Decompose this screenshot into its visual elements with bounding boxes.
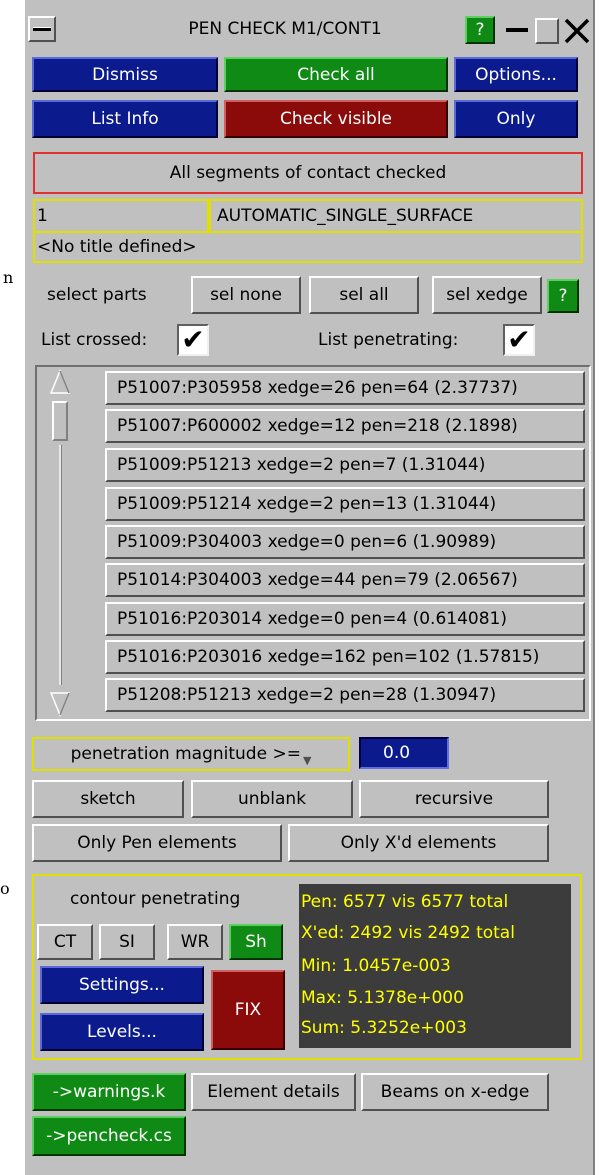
contact-id-field: 1 <box>33 199 209 233</box>
penetration-magnitude-label: penetration magnitude >= <box>70 744 301 764</box>
result-row[interactable]: P51208:P51213 xedge=2 pen=28 (1.30947) <box>105 678 585 712</box>
status-message: All segments of contact checked <box>33 152 583 194</box>
result-row[interactable]: P51014:P304003 xedge=44 pen=79 (2.06567) <box>105 563 585 597</box>
scroll-thumb[interactable] <box>52 401 68 441</box>
options-button[interactable]: Options... <box>454 57 578 92</box>
only-pen-elements-button[interactable]: Only Pen elements <box>32 824 282 862</box>
result-row[interactable]: P51009:P51214 xedge=2 pen=13 (1.31044) <box>105 487 585 521</box>
beams-on-x-edge-button[interactable]: Beams on x-edge <box>361 1073 549 1111</box>
penetration-magnitude-dropdown[interactable]: penetration magnitude >= ▼ <box>32 737 350 771</box>
warnings-k-button[interactable]: ->warnings.k <box>32 1073 186 1111</box>
contour-penetrating-label: contour penetrating <box>70 889 241 909</box>
list-penetrating-label: List penetrating: <box>318 330 459 350</box>
wr-button[interactable]: WR <box>167 924 223 960</box>
only-button[interactable]: Only <box>454 100 578 138</box>
result-row[interactable]: P51007:P305958 xedge=26 pen=64 (2.37737) <box>105 371 585 405</box>
si-button[interactable]: SI <box>99 924 155 960</box>
list-crossed-label: List crossed: <box>41 330 148 350</box>
levels-button[interactable]: Levels... <box>40 1013 204 1051</box>
list-crossed-checkbox[interactable]: ✔ <box>177 324 209 356</box>
element-details-button[interactable]: Element details <box>191 1073 356 1111</box>
window-title: PEN CHECK M1/CONT1 <box>188 19 382 39</box>
stats-min: Min: 1.0457e-003 <box>301 956 451 976</box>
unblank-button[interactable]: unblank <box>191 780 353 818</box>
scroll-down-icon[interactable] <box>49 691 71 717</box>
sel-none-button[interactable]: sel none <box>191 276 301 314</box>
contact-title: <No title defined> <box>37 237 197 257</box>
contact-type: AUTOMATIC_SINGLE_SURFACE <box>217 206 474 226</box>
title-bar: PEN CHECK M1/CONT1 ? <box>25 4 593 54</box>
dropdown-arrow-icon: ▼ <box>302 753 312 767</box>
restore-button[interactable] <box>535 18 559 44</box>
sh-button[interactable]: Sh <box>229 924 283 960</box>
fix-button[interactable]: FIX <box>211 970 285 1050</box>
result-row[interactable]: P51007:P600002 xedge=12 pen=218 (2.1898) <box>105 409 585 443</box>
stats-xed: X'ed: 2492 vis 2492 total <box>301 923 515 943</box>
window-menu-icon <box>33 27 51 31</box>
stats-sum: Sum: 5.3252e+003 <box>301 1018 467 1038</box>
dismiss-button[interactable]: Dismiss <box>32 57 218 92</box>
background-text: o <box>0 879 10 898</box>
status-text: All segments of contact checked <box>169 163 447 183</box>
background-text: n <box>3 268 14 287</box>
help-button[interactable]: ? <box>465 16 495 44</box>
result-row[interactable]: P51016:P203016 xedge=162 pen=102 (1.5781… <box>105 640 585 674</box>
result-row[interactable]: P51009:P51213 xedge=2 pen=7 (1.31044) <box>105 448 585 482</box>
recursive-button[interactable]: recursive <box>359 780 549 818</box>
stats-max: Max: 5.1378e+000 <box>301 988 464 1008</box>
contact-type-field: AUTOMATIC_SINGLE_SURFACE <box>209 199 583 233</box>
contact-title-field: <No title defined> <box>33 231 583 263</box>
close-icon[interactable] <box>562 16 592 46</box>
check-all-button[interactable]: Check all <box>224 57 448 92</box>
check-visible-button[interactable]: Check visible <box>224 100 448 138</box>
result-row[interactable]: P51016:P203014 xedge=0 pen=4 (0.614081) <box>105 602 585 636</box>
results-scrollbar[interactable] <box>49 369 71 717</box>
scroll-track[interactable] <box>59 445 62 685</box>
stats-panel: Pen: 6577 vis 6577 total X'ed: 2492 vis … <box>299 884 571 1048</box>
list-penetrating-checkbox[interactable]: ✔ <box>503 324 535 356</box>
list-info-button[interactable]: List Info <box>32 100 218 138</box>
contact-id: 1 <box>37 206 48 226</box>
minimize-icon[interactable] <box>503 18 531 42</box>
pencheck-cs-button[interactable]: ->pencheck.cs <box>32 1116 186 1156</box>
scroll-up-icon[interactable] <box>49 369 71 395</box>
penetration-magnitude-input[interactable]: 0.0 <box>359 737 449 769</box>
penetration-magnitude-value: 0.0 <box>383 743 411 763</box>
ct-button[interactable]: CT <box>37 924 93 960</box>
pen-check-panel: PEN CHECK M1/CONT1 ? Dismiss Check all O… <box>23 0 595 1175</box>
stats-pen: Pen: 6577 vis 6577 total <box>301 892 509 912</box>
select-parts-help-button[interactable]: ? <box>547 279 579 313</box>
sketch-button[interactable]: sketch <box>32 780 184 818</box>
only-xd-elements-button[interactable]: Only X'd elements <box>288 824 549 862</box>
checkmark-icon: ✔ <box>181 323 205 356</box>
sel-xedge-button[interactable]: sel xedge <box>432 276 542 314</box>
settings-button[interactable]: Settings... <box>40 966 204 1004</box>
select-parts-label: select parts <box>47 285 147 305</box>
checkmark-icon: ✔ <box>507 323 531 356</box>
window-menu-button[interactable] <box>28 16 56 42</box>
result-row[interactable]: P51009:P304003 xedge=0 pen=6 (1.90989) <box>105 525 585 559</box>
sel-all-button[interactable]: sel all <box>309 276 419 314</box>
